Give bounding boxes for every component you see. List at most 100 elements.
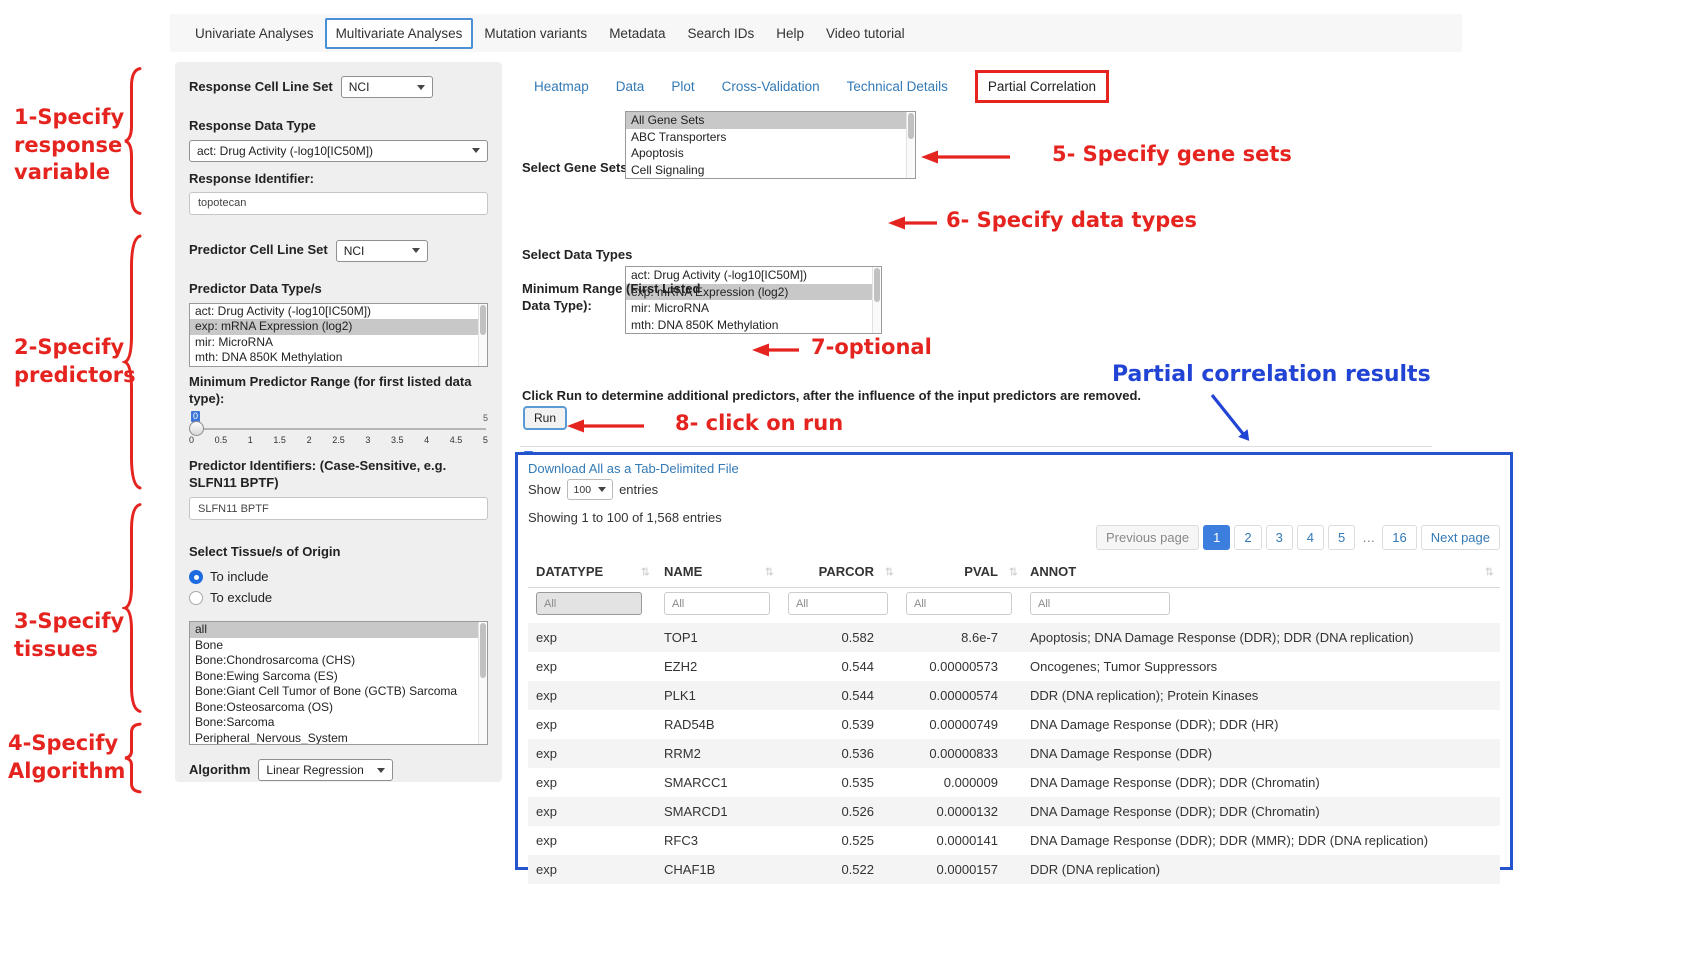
list-option[interactable]: Bone:Sarcoma bbox=[190, 715, 487, 731]
cell-parcor: 0.526 bbox=[780, 797, 898, 826]
tissue-exclude-radio[interactable]: To exclude bbox=[189, 590, 488, 605]
nav-video-tutorial[interactable]: Video tutorial bbox=[815, 19, 916, 48]
page-button-3[interactable]: 3 bbox=[1266, 525, 1293, 550]
brace-icon bbox=[122, 498, 142, 718]
column-header-name[interactable]: NAME⇅ bbox=[656, 556, 780, 588]
algorithm-select[interactable]: Linear Regression bbox=[258, 759, 393, 781]
list-option[interactable]: act: Drug Activity (-log10[IC50M]) bbox=[190, 304, 487, 320]
next-page-button[interactable]: Next page bbox=[1421, 525, 1500, 550]
cell-pval: 0.00000749 bbox=[898, 710, 1022, 739]
slider-handle[interactable] bbox=[189, 421, 204, 436]
table-row: exp PLK1 0.544 0.00000574 DDR (DNA repli… bbox=[528, 681, 1500, 710]
response-cell-line-set-select[interactable]: NCI bbox=[341, 76, 433, 98]
data-types-label: Select Data Types bbox=[522, 247, 632, 264]
column-header-parcor[interactable]: PARCOR⇅ bbox=[780, 556, 898, 588]
list-option[interactable]: mth: DNA 850K Methylation bbox=[190, 350, 487, 366]
column-header-annot[interactable]: ANNOT⇅ bbox=[1022, 556, 1500, 588]
scrollbar[interactable] bbox=[906, 112, 915, 178]
list-option[interactable]: Bone:Osteosarcoma (OS) bbox=[190, 700, 487, 716]
nav-metadata[interactable]: Metadata bbox=[598, 19, 676, 48]
chevron-down-icon bbox=[598, 487, 606, 492]
list-option-selected[interactable]: All Gene Sets bbox=[626, 112, 915, 129]
filter-datatype-input[interactable] bbox=[536, 592, 642, 615]
list-option[interactable]: mth: DNA 850K Methylation bbox=[626, 317, 881, 334]
cell-pval: 0.0000141 bbox=[898, 826, 1022, 855]
filter-name-input[interactable] bbox=[664, 592, 770, 615]
tab-data[interactable]: Data bbox=[616, 79, 645, 94]
page-button-2[interactable]: 2 bbox=[1234, 525, 1261, 550]
predictor-identifiers-input[interactable] bbox=[189, 497, 488, 520]
filter-pval-input[interactable] bbox=[906, 592, 1012, 615]
scrollbar[interactable] bbox=[872, 267, 881, 333]
tab-cross-validation[interactable]: Cross-Validation bbox=[722, 79, 820, 94]
predictor-cell-line-set-select[interactable]: NCI bbox=[336, 240, 428, 262]
page-button-4[interactable]: 4 bbox=[1297, 525, 1324, 550]
tab-technical-details[interactable]: Technical Details bbox=[847, 79, 948, 94]
tissue-listbox[interactable]: all Bone Bone:Chondrosarcoma (CHS) Bone:… bbox=[189, 621, 488, 745]
nav-multivariate-analyses[interactable]: Multivariate Analyses bbox=[325, 18, 474, 49]
predictor-data-types-listbox[interactable]: act: Drug Activity (-log10[IC50M]) exp: … bbox=[189, 303, 488, 367]
entries-count-select[interactable]: 100 bbox=[567, 479, 614, 500]
radio-label: To exclude bbox=[210, 590, 272, 605]
predictor-identifiers-label: Predictor Identifiers: (Case-Sensitive, … bbox=[189, 458, 488, 492]
response-cell-line-set-row: Response Cell Line Set NCI bbox=[189, 76, 488, 98]
brace-icon bbox=[122, 64, 142, 218]
table-row: exp EZH2 0.544 0.00000573 Oncogenes; Tum… bbox=[528, 652, 1500, 681]
previous-page-button[interactable]: Previous page bbox=[1096, 525, 1199, 550]
cell-name: TOP1 bbox=[656, 623, 780, 652]
tab-heatmap[interactable]: Heatmap bbox=[534, 79, 589, 94]
list-option[interactable]: Bone:Giant Cell Tumor of Bone (GCTB) Sar… bbox=[190, 684, 487, 700]
predictor-cell-line-set-row: Predictor Cell Line Set NCI bbox=[189, 240, 488, 262]
list-option[interactable]: Bone:Chondrosarcoma (CHS) bbox=[190, 653, 487, 669]
cell-datatype: exp bbox=[528, 826, 656, 855]
brace-icon bbox=[122, 228, 142, 496]
tab-partial-correlation[interactable]: Partial Correlation bbox=[975, 70, 1109, 103]
response-identifier-input[interactable] bbox=[189, 192, 488, 215]
list-option[interactable]: Bone:Ewing Sarcoma (ES) bbox=[190, 669, 487, 685]
nav-help[interactable]: Help bbox=[765, 19, 815, 48]
nav-search-ids[interactable]: Search IDs bbox=[676, 19, 765, 48]
response-data-type-select[interactable]: act: Drug Activity (-log10[IC50M]) bbox=[189, 140, 488, 162]
list-option[interactable]: ABC Transporters bbox=[626, 129, 915, 146]
sort-icon: ⇅ bbox=[1485, 565, 1494, 578]
cell-annot: DNA Damage Response (DDR); DDR (Chromati… bbox=[1022, 768, 1500, 797]
list-option[interactable]: Bone bbox=[190, 638, 487, 654]
arrow-left-icon bbox=[920, 148, 1012, 166]
list-option[interactable]: Apoptosis bbox=[626, 145, 915, 162]
page-button-5[interactable]: 5 bbox=[1328, 525, 1355, 550]
chevron-down-icon bbox=[472, 148, 480, 153]
sort-icon: ⇅ bbox=[765, 565, 774, 578]
top-nav: Univariate Analyses Multivariate Analyse… bbox=[170, 14, 1462, 52]
nav-mutation-variants[interactable]: Mutation variants bbox=[473, 19, 598, 48]
scrollbar[interactable] bbox=[478, 304, 487, 366]
slider-track[interactable] bbox=[191, 428, 486, 430]
nav-univariate-analyses[interactable]: Univariate Analyses bbox=[184, 19, 325, 48]
gene-sets-listbox[interactable]: All Gene Sets ABC Transporters Apoptosis… bbox=[625, 111, 916, 179]
page-button-16[interactable]: 16 bbox=[1382, 525, 1416, 550]
list-option-selected[interactable]: exp: mRNA Expression (log2) bbox=[190, 319, 487, 335]
tab-plot[interactable]: Plot bbox=[671, 79, 694, 94]
column-header-datatype[interactable]: DATATYPE⇅ bbox=[528, 556, 656, 588]
list-option-selected[interactable]: all bbox=[190, 622, 487, 638]
cell-name: RRM2 bbox=[656, 739, 780, 768]
cell-datatype: exp bbox=[528, 681, 656, 710]
cell-annot: DDR (DNA replication); Protein Kinases bbox=[1022, 681, 1500, 710]
column-header-pval[interactable]: PVAL⇅ bbox=[898, 556, 1022, 588]
show-label: Show bbox=[528, 482, 561, 497]
chevron-down-icon bbox=[412, 248, 420, 253]
cell-datatype: exp bbox=[528, 623, 656, 652]
filter-parcor-input[interactable] bbox=[788, 592, 888, 615]
cell-annot: Oncogenes; Tumor Suppressors bbox=[1022, 652, 1500, 681]
list-option[interactable]: mir: MicroRNA bbox=[190, 335, 487, 351]
cell-name: RAD54B bbox=[656, 710, 780, 739]
run-button[interactable]: Run bbox=[523, 406, 567, 430]
arrow-diagonal-icon bbox=[1198, 392, 1270, 454]
tissue-include-radio[interactable]: To include bbox=[189, 569, 488, 584]
response-identifier-label: Response Identifier: bbox=[189, 171, 488, 188]
scrollbar[interactable] bbox=[478, 622, 487, 744]
list-option[interactable]: Cell Signaling bbox=[626, 162, 915, 179]
download-link[interactable]: Download All as a Tab-Delimited File bbox=[528, 461, 739, 476]
page-button-1[interactable]: 1 bbox=[1203, 525, 1230, 550]
list-option[interactable]: Peripheral_Nervous_System bbox=[190, 731, 487, 746]
filter-annot-input[interactable] bbox=[1030, 592, 1170, 615]
